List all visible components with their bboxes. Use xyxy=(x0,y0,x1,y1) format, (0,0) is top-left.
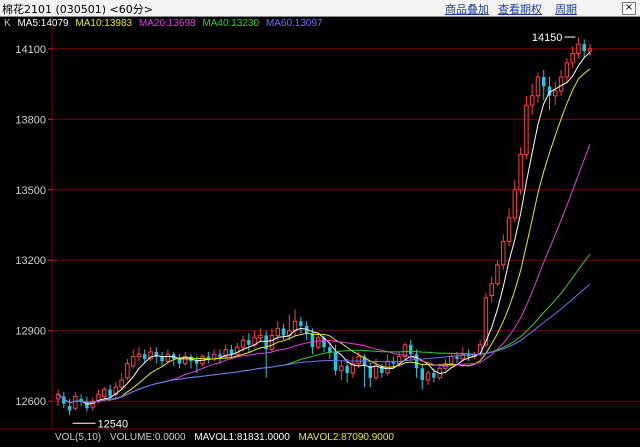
candle-body xyxy=(315,337,321,348)
y-tick-label: 14100 xyxy=(15,44,46,56)
candle-body xyxy=(119,379,124,388)
candle-body xyxy=(501,240,506,266)
candle-body xyxy=(73,396,78,409)
candle-body xyxy=(165,353,171,362)
candle-body xyxy=(432,373,436,378)
high-label: 14150 xyxy=(532,32,563,44)
y-tick-label: 13200 xyxy=(15,255,46,267)
mavol1-value: MAVOL1:81831.0000 xyxy=(194,432,290,443)
candle-body xyxy=(396,356,402,365)
candle-body xyxy=(512,189,518,219)
candle-body xyxy=(67,405,72,411)
candle-body xyxy=(130,356,136,367)
y-tick-label: 13500 xyxy=(15,185,46,197)
candle-body xyxy=(409,344,413,355)
candle-body xyxy=(247,340,251,345)
candle-body xyxy=(373,365,379,379)
candle-body xyxy=(345,365,349,374)
candle-body xyxy=(102,388,107,398)
candle-body xyxy=(240,339,246,348)
y-tick-label: 12900 xyxy=(15,326,46,338)
volume-legend: VOL(5,10) VOLUME:0.0000 MAVOL1:81831.000… xyxy=(55,432,400,443)
candle-body xyxy=(160,356,164,362)
y-tick-label: 12600 xyxy=(15,396,46,408)
candle-body xyxy=(518,154,523,191)
candle-body xyxy=(448,356,454,365)
candle-body xyxy=(414,354,419,369)
candle-body xyxy=(582,44,586,52)
candle-body xyxy=(356,356,361,365)
candle-body xyxy=(143,354,147,359)
low-label: 12540 xyxy=(98,418,129,430)
y-tick-label: 13800 xyxy=(15,114,46,126)
mavol2-value: MAVOL2:87090.9000 xyxy=(298,432,394,443)
candle-body xyxy=(299,321,303,327)
candle-body xyxy=(177,358,182,364)
candle-body xyxy=(258,334,263,339)
candle-body xyxy=(553,90,558,97)
candle-body xyxy=(269,334,275,351)
candle-body xyxy=(218,354,222,357)
candle-body xyxy=(125,363,130,379)
ma40-line xyxy=(57,253,591,404)
candle-body xyxy=(136,353,142,358)
candle-body xyxy=(570,52,575,64)
candle-body xyxy=(275,327,280,336)
candle-body xyxy=(195,361,199,364)
ma20-line xyxy=(57,144,591,404)
candle-body xyxy=(310,333,315,348)
candle-body xyxy=(587,48,593,52)
candle-body xyxy=(495,264,500,285)
candle-body xyxy=(425,372,431,381)
candle-body xyxy=(333,351,338,371)
candle-body xyxy=(529,95,535,106)
candle-body xyxy=(281,328,286,336)
candle-body xyxy=(564,62,570,78)
candle-body xyxy=(420,368,425,381)
candle-body xyxy=(339,365,344,372)
candle-body xyxy=(229,349,234,355)
candle-body xyxy=(455,356,459,359)
vol-label: VOL(5,10) xyxy=(55,432,102,443)
candle-body xyxy=(535,76,541,97)
candle-body xyxy=(506,217,512,242)
candle-body xyxy=(489,283,494,296)
candle-body xyxy=(108,389,112,397)
candle-body xyxy=(558,76,564,92)
candle-body xyxy=(328,347,332,352)
candle-body xyxy=(292,320,298,332)
volume-value: VOLUME:0.0000 xyxy=(109,432,186,443)
candle-body xyxy=(524,104,529,156)
candle-body xyxy=(576,43,581,54)
candlestick-chart[interactable]: 14100 13800 13500 13200 12900 12600 14150 12540 xyxy=(0,0,640,447)
candle-body xyxy=(542,76,546,87)
